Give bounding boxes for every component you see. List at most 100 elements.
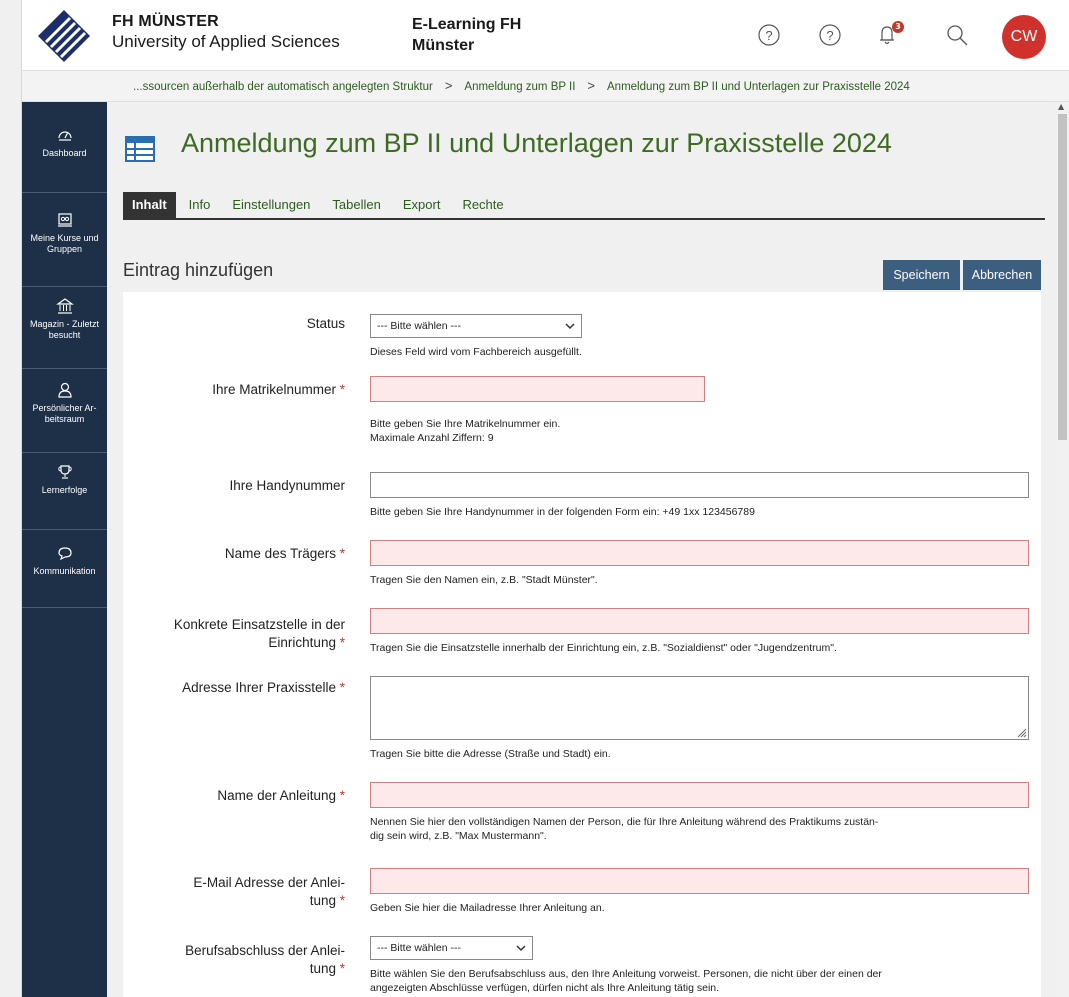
matrikel-help-line2: Maximale Anzahl Ziffern: 9 bbox=[370, 432, 494, 444]
handy-label: Ihre Handynummer bbox=[115, 477, 345, 495]
scroll-up-icon[interactable]: ▲ bbox=[1058, 102, 1064, 111]
tab-permissions[interactable]: Rechte bbox=[453, 192, 512, 218]
breadcrumb: ...ssourcen außerhalb der automatisch an… bbox=[22, 70, 1069, 102]
berufsabschluss-label: Berufsabschluss der Anlei- tung * bbox=[115, 942, 345, 978]
data-collection-icon bbox=[125, 136, 155, 162]
help-icon[interactable]: ? bbox=[756, 22, 782, 48]
sidebar-item-communication[interactable]: Kommunikation bbox=[22, 530, 107, 608]
sidebar-item-personal-workspace[interactable]: Persönlicher Ar- beitsraum bbox=[22, 369, 107, 453]
sidebar-item-courses[interactable]: Meine Kurse und Gruppen bbox=[22, 193, 107, 287]
breadcrumb-item-current[interactable]: Anmeldung zum BP II und Unterlagen zur P… bbox=[607, 81, 910, 93]
org-name-line1: FH MÜNSTER bbox=[112, 13, 219, 30]
berufsabschluss-help-line2: angezeigten Abschlüsse verfügen, dürfen … bbox=[370, 982, 720, 994]
breadcrumb-chevron-icon: > bbox=[444, 78, 453, 93]
cancel-button[interactable]: Abbrechen bbox=[963, 260, 1041, 290]
traeger-field: Tragen Sie den Namen ein, z.B. "Stadt Mü… bbox=[370, 540, 1029, 587]
left-gutter bbox=[0, 0, 22, 997]
einsatzstelle-input[interactable] bbox=[370, 608, 1029, 634]
email-label-line1: E-Mail Adresse der Anlei- bbox=[193, 875, 345, 890]
elearning-title[interactable]: E-Learning FH Münster bbox=[412, 14, 521, 56]
elearning-title-line2: Münster bbox=[412, 37, 475, 54]
required-mark: * bbox=[339, 546, 345, 561]
anleitung-label: Name der Anleitung * bbox=[115, 787, 345, 805]
matrikel-label-text: Ihre Matrikelnummer bbox=[212, 382, 336, 397]
required-mark: * bbox=[339, 382, 345, 397]
save-button[interactable]: Speichern bbox=[883, 260, 960, 290]
email-label-line2: tung bbox=[309, 893, 336, 908]
elearning-title-line1: E-Learning FH bbox=[412, 16, 522, 33]
sidebar-label: Persönlicher Ar- bbox=[32, 403, 97, 413]
tab-content[interactable]: Inhalt bbox=[123, 192, 176, 218]
handy-input[interactable] bbox=[370, 472, 1029, 498]
help-center-icon[interactable]: ? bbox=[817, 22, 843, 48]
matrikel-input[interactable] bbox=[370, 376, 705, 402]
einsatzstelle-label: Konkrete Einsatzstelle in der Einrichtun… bbox=[115, 616, 345, 652]
traeger-help: Tragen Sie den Namen ein, z.B. "Stadt Mü… bbox=[370, 574, 598, 586]
berufsabschluss-select-value: --- Bitte wählen --- bbox=[377, 942, 462, 954]
dashboard-icon bbox=[57, 131, 72, 141]
required-mark: * bbox=[339, 680, 345, 695]
required-mark: * bbox=[339, 893, 345, 908]
adresse-help: Tragen Sie bitte die Adresse (Straße und… bbox=[370, 748, 611, 760]
resize-grip-icon[interactable] bbox=[1017, 728, 1027, 738]
tab-settings[interactable]: Einstellungen bbox=[223, 192, 319, 218]
scrollbar-thumb[interactable] bbox=[1058, 114, 1067, 440]
main-sidebar: Dashboard Meine Kurse und Gruppen Magazi… bbox=[22, 102, 107, 997]
status-help: Dieses Feld wird vom Fachbereich ausgefü… bbox=[370, 346, 582, 358]
sidebar-label: Dashboard bbox=[42, 148, 87, 158]
matrikel-label: Ihre Matrikelnummer * bbox=[115, 381, 345, 399]
page-scrollbar[interactable]: ▲ bbox=[1055, 102, 1069, 997]
sidebar-item-repository[interactable]: Magazin - Zuletzt besucht bbox=[22, 287, 107, 369]
sidebar-label: Kommunikation bbox=[33, 566, 96, 576]
breadcrumb-item-bp2[interactable]: Anmeldung zum BP II bbox=[464, 81, 575, 93]
chat-icon bbox=[57, 547, 72, 561]
einsatzstelle-field: Tragen Sie die Einsatzstelle innerhalb d… bbox=[370, 608, 1029, 655]
traeger-input[interactable] bbox=[370, 540, 1029, 566]
breadcrumb-item-resources[interactable]: ...ssourcen außerhalb der automatisch an… bbox=[133, 81, 433, 93]
email-label: E-Mail Adresse der Anlei- tung * bbox=[115, 874, 345, 910]
svg-text:?: ? bbox=[765, 28, 772, 43]
add-entry-form: Status --- Bitte wählen --- Dieses Feld … bbox=[123, 292, 1041, 997]
email-input[interactable] bbox=[370, 868, 1029, 894]
sidebar-label: beitsraum bbox=[44, 414, 85, 424]
sidebar-label: Gruppen bbox=[46, 244, 83, 254]
courses-icon bbox=[57, 213, 72, 227]
anleitung-help-line1: Nennen Sie hier den vollständigen Namen … bbox=[370, 816, 879, 828]
tab-info[interactable]: Info bbox=[180, 192, 220, 218]
einsatzstelle-help: Tragen Sie die Einsatzstelle innerhalb d… bbox=[370, 642, 837, 654]
sidebar-item-achievements[interactable]: Lernerfolge bbox=[22, 453, 107, 530]
anleitung-help: Nennen Sie hier den vollständigen Namen … bbox=[370, 815, 1029, 843]
tab-export[interactable]: Export bbox=[394, 192, 450, 218]
status-select-value: --- Bitte wählen --- bbox=[377, 320, 462, 332]
notification-badge: 3 bbox=[892, 21, 904, 33]
tab-tables[interactable]: Tabellen bbox=[323, 192, 389, 218]
svg-text:?: ? bbox=[826, 28, 833, 43]
adresse-textarea[interactable] bbox=[370, 676, 1029, 740]
adresse-field: Tragen Sie bitte die Adresse (Straße und… bbox=[370, 676, 1029, 761]
org-name-line2: University of Applied Sciences bbox=[112, 32, 340, 51]
matrikel-help: Bitte geben Sie Ihre Matrikelnummer ein.… bbox=[370, 417, 705, 445]
einsatzstelle-label-line2: Einrichtung bbox=[268, 635, 336, 650]
main-content: Anmeldung zum BP II und Unterlagen zur P… bbox=[107, 102, 1055, 997]
berufsabschluss-select[interactable]: --- Bitte wählen --- bbox=[370, 936, 533, 960]
top-header: FH MÜNSTER University of Applied Science… bbox=[22, 0, 1069, 70]
user-avatar[interactable]: CW bbox=[1002, 15, 1046, 59]
handy-help: Bitte geben Sie Ihre Handynummer in der … bbox=[370, 506, 755, 518]
fh-logo-icon[interactable] bbox=[36, 8, 92, 64]
chevron-down-icon bbox=[516, 945, 526, 952]
berufsabschluss-label-line1: Berufsabschluss der Anlei- bbox=[185, 943, 345, 958]
traeger-label-text: Name des Trägers bbox=[224, 546, 336, 561]
sidebar-label: Meine Kurse und bbox=[30, 233, 99, 243]
anleitung-field: Nennen Sie hier den vollständigen Namen … bbox=[370, 782, 1029, 843]
adresse-label-text: Adresse Ihrer Praxisstelle bbox=[182, 680, 336, 695]
adresse-label: Adresse Ihrer Praxisstelle * bbox=[115, 679, 345, 697]
anleitung-input[interactable] bbox=[370, 782, 1029, 808]
repository-icon bbox=[55, 298, 74, 314]
status-select[interactable]: --- Bitte wählen --- bbox=[370, 314, 582, 338]
page-title: Anmeldung zum BP II und Unterlagen zur P… bbox=[181, 128, 892, 158]
sidebar-item-dashboard[interactable]: Dashboard bbox=[22, 102, 107, 193]
status-label: Status bbox=[115, 315, 345, 333]
search-icon[interactable] bbox=[944, 22, 970, 48]
berufsabschluss-label-line2: tung bbox=[309, 961, 336, 976]
berufsabschluss-help: Bitte wählen Sie den Berufsabschluss aus… bbox=[370, 967, 882, 995]
